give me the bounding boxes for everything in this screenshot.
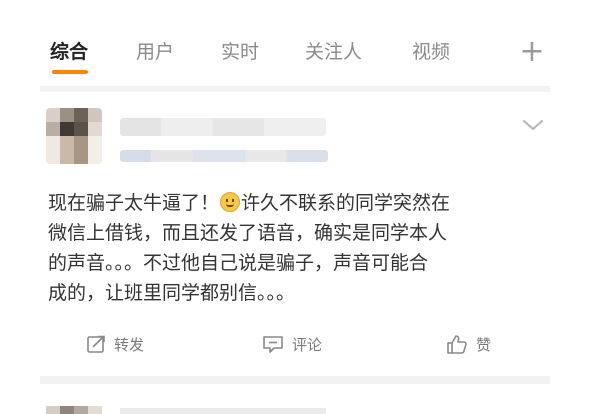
post-line-1: 现在骗子太牛逼了！ 许久不联系的同学突然在	[48, 188, 548, 218]
next-post-avatar[interactable]	[46, 406, 102, 414]
tab-video[interactable]: 视频	[412, 40, 450, 64]
like-button[interactable]: 赞	[446, 332, 491, 356]
post-text-segment: 现在骗子太牛逼了！	[48, 192, 220, 214]
next-post-blurred-username[interactable]	[120, 408, 326, 414]
thumbs-up-icon	[447, 335, 467, 354]
blurred-post-meta	[120, 150, 328, 162]
post-line-4: 成的，让班里同学都别信。。。	[48, 282, 296, 304]
weibo-search-screen: 综合 用户 实时 关注人 视频 + 现在骗子太牛逼了！ 许久不联系的同学突然在 微…	[0, 0, 601, 414]
comment-button[interactable]: 评论	[262, 332, 322, 356]
tab-realtime[interactable]: 实时	[221, 40, 259, 64]
avatar[interactable]	[46, 108, 102, 164]
post-line-3: 的声音。。。不过他自己说是骗子，声音可能合	[48, 252, 429, 274]
chevron-down-icon[interactable]	[522, 118, 544, 132]
card-divider	[40, 376, 550, 384]
post-text-segment: 许久不联系的同学突然在	[241, 192, 451, 214]
tab-comprehensive[interactable]: 综合	[50, 40, 88, 64]
repost-label: 转发	[114, 335, 145, 354]
post-action-bar: 转发 评论 赞	[40, 324, 550, 364]
add-tab-icon[interactable]: +	[519, 37, 545, 67]
like-label: 赞	[476, 335, 492, 354]
post-text: 现在骗子太牛逼了！ 许久不联系的同学突然在 微信上借钱，而且还发了语音，确实是同学…	[48, 188, 548, 308]
active-tab-indicator	[52, 70, 88, 74]
blurred-username[interactable]	[120, 118, 326, 136]
repost-icon	[87, 335, 105, 353]
tab-users[interactable]: 用户	[136, 40, 174, 64]
smile-emoji-icon	[220, 192, 241, 212]
post-line-2: 微信上借钱，而且还发了语音，确实是同学本人	[48, 222, 448, 244]
search-tab-bar: 综合 用户 实时 关注人 视频 +	[0, 0, 601, 80]
post-card: 现在骗子太牛逼了！ 许久不联系的同学突然在 微信上借钱，而且还发了语音，确实是同学…	[40, 92, 550, 375]
comment-label: 评论	[292, 335, 323, 354]
repost-button[interactable]: 转发	[86, 332, 144, 356]
comment-icon	[263, 336, 283, 353]
tab-following[interactable]: 关注人	[305, 40, 362, 64]
